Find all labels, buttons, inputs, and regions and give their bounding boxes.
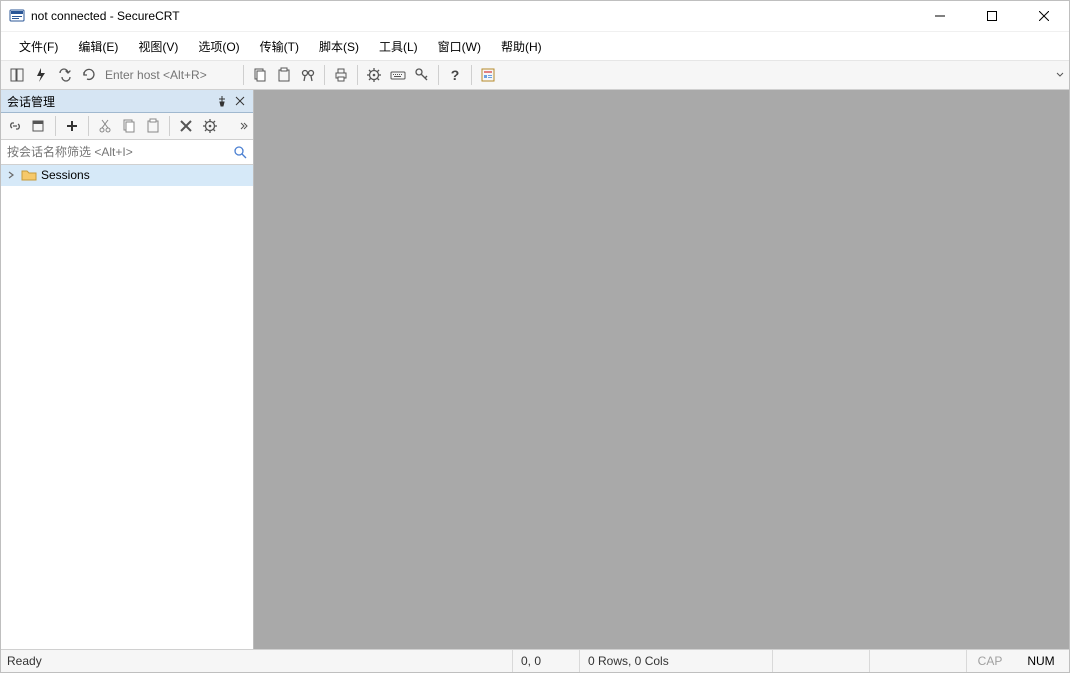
copy-icon[interactable]: [117, 114, 141, 138]
properties-icon[interactable]: [198, 114, 222, 138]
menu-edit[interactable]: 编辑(E): [68, 35, 128, 58]
toolbar-overflow-icon[interactable]: [1055, 63, 1065, 87]
session-tree[interactable]: Sessions: [1, 165, 253, 649]
chevron-right-icon[interactable]: [7, 171, 17, 179]
status-empty: [773, 650, 870, 672]
link-icon[interactable]: [3, 114, 27, 138]
maximize-button[interactable]: [969, 1, 1015, 31]
window-title: not connected - SecureCRT: [31, 9, 180, 23]
terminal-area[interactable]: [254, 90, 1069, 649]
session-panel-title: 会话管理: [7, 93, 213, 110]
status-num-indicator: NUM: [1013, 650, 1069, 672]
host-input[interactable]: [101, 65, 239, 85]
menu-view[interactable]: 视图(V): [128, 35, 188, 58]
status-empty: [870, 650, 967, 672]
new-session-icon[interactable]: [27, 114, 51, 138]
keyboard-icon[interactable]: [386, 63, 410, 87]
separator: [324, 65, 325, 85]
tree-root-label: Sessions: [41, 168, 90, 182]
gear-icon[interactable]: [362, 63, 386, 87]
session-manager-icon[interactable]: [5, 63, 29, 87]
separator: [169, 116, 170, 136]
session-filter-input[interactable]: [5, 141, 231, 163]
status-cap-indicator: CAP: [967, 650, 1013, 672]
separator: [357, 65, 358, 85]
connect-tab-icon[interactable]: [53, 63, 77, 87]
menu-window[interactable]: 窗口(W): [428, 35, 491, 58]
tree-root-item[interactable]: Sessions: [1, 165, 253, 186]
menu-tools[interactable]: 工具(L): [369, 35, 428, 58]
session-panel-header: 会话管理: [1, 90, 253, 113]
panel-close-icon[interactable]: [231, 92, 249, 110]
status-rows-cols: 0 Rows, 0 Cols: [580, 650, 773, 672]
paste-icon[interactable]: [272, 63, 296, 87]
separator: [88, 116, 89, 136]
pin-icon[interactable]: [213, 92, 231, 110]
search-icon[interactable]: [231, 143, 249, 161]
status-cursor-pos: 0, 0: [513, 650, 580, 672]
menu-script[interactable]: 脚本(S): [309, 35, 369, 58]
menu-transfer[interactable]: 传输(T): [250, 35, 309, 58]
quick-connect-icon[interactable]: [29, 63, 53, 87]
titlebar: not connected - SecureCRT: [1, 1, 1069, 31]
menubar: 文件(F) 编辑(E) 视图(V) 选项(O) 传输(T) 脚本(S) 工具(L…: [1, 31, 1069, 60]
plus-icon[interactable]: [60, 114, 84, 138]
app-window: not connected - SecureCRT 文件(F) 编辑(E) 视图…: [0, 0, 1070, 673]
paste-icon[interactable]: [141, 114, 165, 138]
separator: [471, 65, 472, 85]
help-icon[interactable]: ?: [443, 63, 467, 87]
delete-icon[interactable]: [174, 114, 198, 138]
cut-icon[interactable]: [93, 114, 117, 138]
statusbar: Ready 0, 0 0 Rows, 0 Cols CAP NUM: [1, 649, 1069, 672]
side-overflow-icon[interactable]: [237, 114, 251, 138]
menu-file[interactable]: 文件(F): [9, 35, 68, 58]
reconnect-icon[interactable]: [77, 63, 101, 87]
print-icon[interactable]: [329, 63, 353, 87]
separator: [438, 65, 439, 85]
minimize-button[interactable]: [917, 1, 963, 31]
close-button[interactable]: [1021, 1, 1067, 31]
session-toolbar: [1, 113, 253, 140]
app-icon: [9, 8, 25, 24]
find-icon[interactable]: [296, 63, 320, 87]
filter-row: [1, 140, 253, 165]
svg-text:?: ?: [451, 67, 460, 83]
separator: [55, 116, 56, 136]
app-launch-icon[interactable]: [476, 63, 500, 87]
menu-help[interactable]: 帮助(H): [491, 35, 552, 58]
session-manager-panel: 会话管理: [1, 90, 254, 649]
copy-icon[interactable]: [248, 63, 272, 87]
folder-icon: [21, 167, 37, 183]
menu-options[interactable]: 选项(O): [188, 35, 249, 58]
status-ready: Ready: [1, 650, 513, 672]
key-icon[interactable]: [410, 63, 434, 87]
main-toolbar: ?: [1, 60, 1069, 90]
main-body: 会话管理: [1, 90, 1069, 649]
separator: [243, 65, 244, 85]
